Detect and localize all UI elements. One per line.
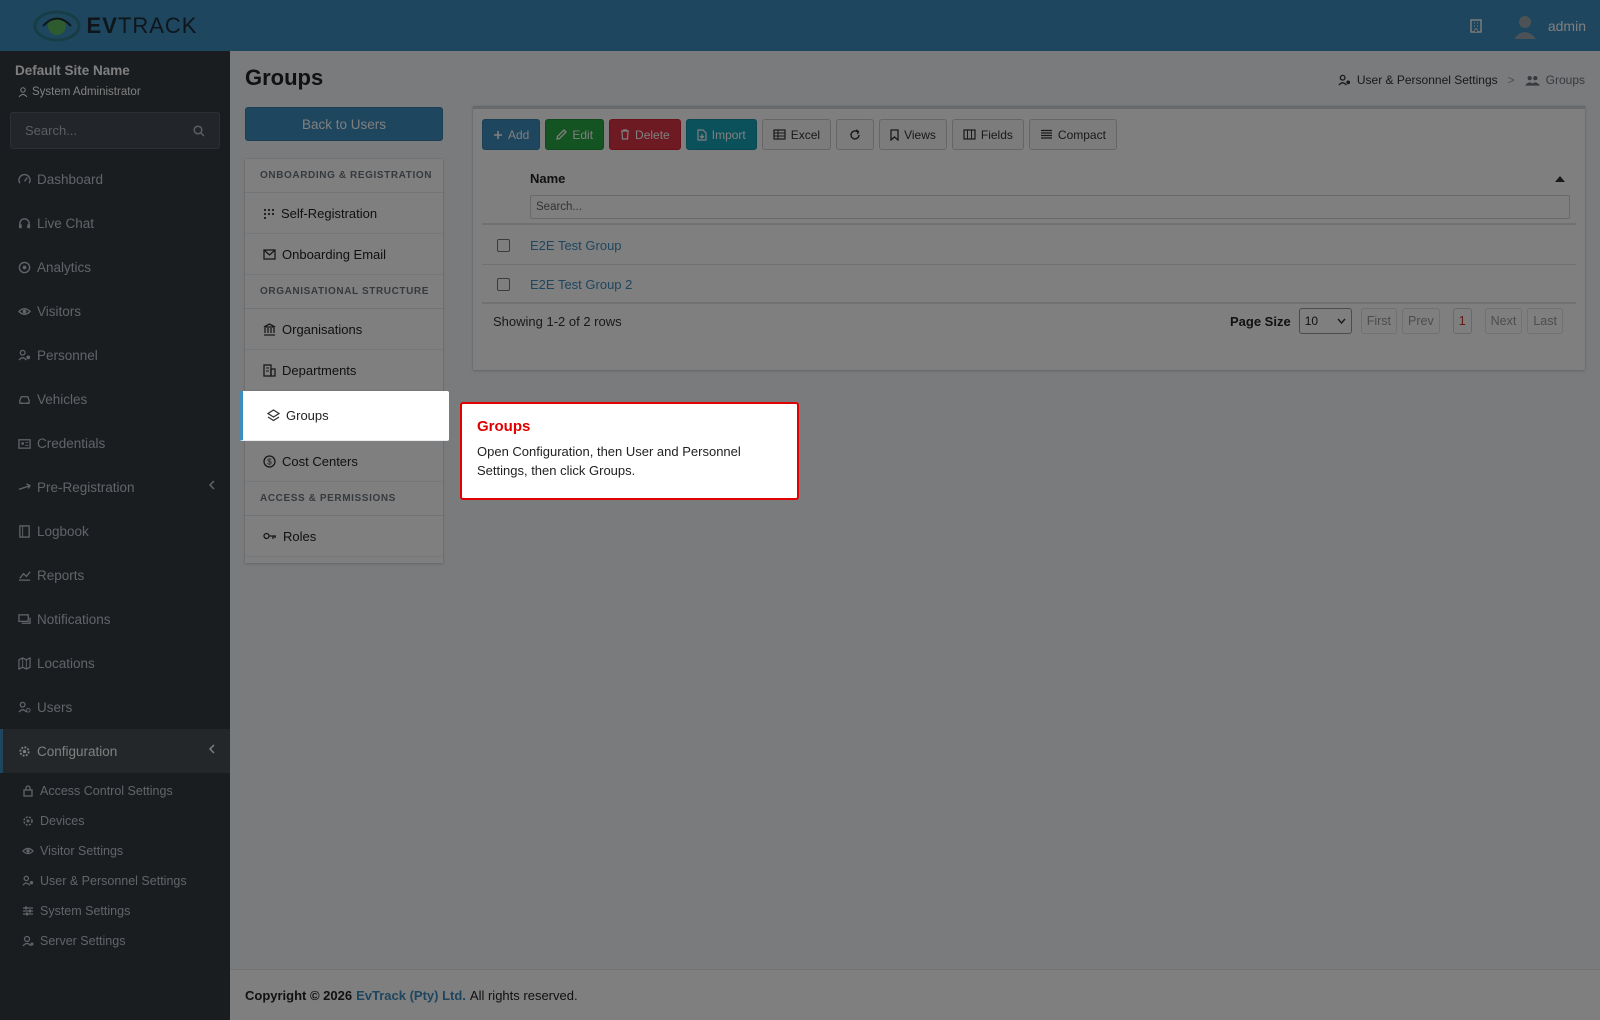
tooltip-body: Open Configuration, then User and Person… [477, 444, 741, 478]
tour-overlay[interactable] [0, 0, 1600, 1020]
settings-item-groups[interactable]: Groups [239, 391, 449, 441]
layers-icon [267, 409, 280, 422]
tour-tooltip: Groups Open Configuration, then User and… [460, 402, 799, 500]
tooltip-title: Groups [477, 418, 531, 435]
